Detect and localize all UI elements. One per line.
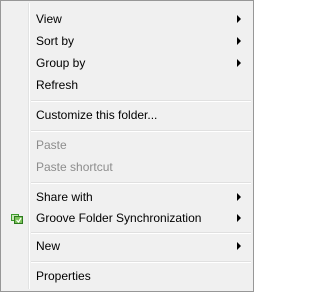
- menu-item-groove-folder-sync-label: Groove Folder Synchronization: [36, 211, 202, 225]
- menu-item-groove-folder-sync[interactable]: Groove Folder Synchronization: [3, 207, 251, 229]
- menu-item-properties-label: Properties: [36, 269, 91, 283]
- menu-item-view[interactable]: View: [3, 8, 251, 30]
- menu-item-group-by[interactable]: Group by: [3, 52, 251, 74]
- menu-item-properties[interactable]: Properties: [3, 265, 251, 287]
- submenu-arrow-icon: [237, 214, 241, 222]
- submenu-arrow-icon: [237, 59, 241, 67]
- menu-separator: [31, 100, 251, 102]
- menu-item-sort-by-label: Sort by: [36, 34, 75, 48]
- menu-item-paste-shortcut: Paste shortcut: [3, 156, 251, 178]
- submenu-arrow-icon: [237, 15, 241, 23]
- submenu-arrow-icon: [237, 37, 241, 45]
- menu-item-new[interactable]: New: [3, 235, 251, 257]
- menu-item-group-by-label: Group by: [36, 56, 86, 70]
- menu-item-paste-label: Paste: [36, 138, 67, 152]
- menu-separator: [31, 232, 251, 234]
- menu-item-customize-folder-label: Customize this folder...: [36, 108, 158, 122]
- menu-item-refresh[interactable]: Refresh: [3, 74, 251, 96]
- submenu-arrow-icon: [237, 193, 241, 201]
- menu-separator: [31, 182, 251, 184]
- menu-item-paste-shortcut-label: Paste shortcut: [36, 160, 113, 174]
- context-menu: View Sort by Group by Refresh Customize …: [0, 0, 254, 292]
- menu-item-view-label: View: [36, 12, 62, 26]
- menu-separator: [31, 130, 251, 132]
- groove-sync-icon: [11, 212, 23, 224]
- menu-item-share-with[interactable]: Share with: [3, 186, 251, 208]
- menu-item-new-label: New: [36, 239, 61, 253]
- menu-separator: [31, 261, 251, 263]
- menu-item-refresh-label: Refresh: [36, 78, 79, 92]
- menu-item-customize-folder[interactable]: Customize this folder...: [3, 104, 251, 126]
- menu-item-share-with-label: Share with: [36, 190, 93, 204]
- submenu-arrow-icon: [237, 242, 241, 250]
- menu-item-sort-by[interactable]: Sort by: [3, 30, 251, 52]
- menu-item-paste: Paste: [3, 134, 251, 156]
